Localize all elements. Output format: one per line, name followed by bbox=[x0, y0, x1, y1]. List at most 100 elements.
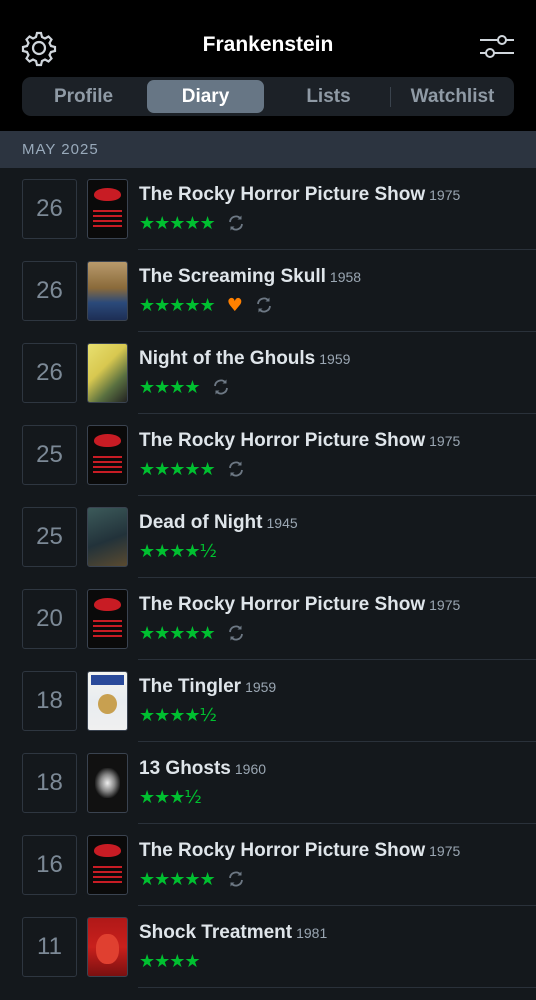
poster-art bbox=[95, 768, 120, 798]
film-title-text: The Screaming Skull bbox=[139, 266, 326, 287]
poster-lips bbox=[94, 188, 121, 201]
film-poster[interactable] bbox=[87, 671, 128, 731]
film-poster[interactable] bbox=[87, 753, 128, 813]
poster-lips bbox=[94, 844, 121, 857]
diary-entry[interactable]: 26 The Screaming Skull 1958 ★★★★★ ♥ bbox=[0, 250, 536, 332]
film-year: 1975 bbox=[429, 433, 461, 449]
film-title-text: The Rocky Horror Picture Show bbox=[139, 184, 426, 205]
film-poster[interactable] bbox=[87, 261, 128, 321]
entry-meta: ★★★★ bbox=[139, 950, 201, 972]
poster-header bbox=[91, 675, 124, 685]
entry-day: 18 bbox=[22, 671, 77, 731]
diary-entry[interactable]: 18 The Tingler 1959 ★★★★½ bbox=[0, 660, 536, 742]
diary-entry[interactable]: 26 Night of the Ghouls 1959 ★★★★ bbox=[0, 332, 536, 414]
entry-day: 25 bbox=[22, 507, 77, 567]
film-poster[interactable] bbox=[87, 343, 128, 403]
entry-meta: ★★★½ bbox=[139, 786, 202, 808]
film-year: 1960 bbox=[234, 761, 267, 777]
diary-entry[interactable]: 25 The Rocky Horror Picture Show 1975 ★★★★★ bbox=[0, 414, 536, 496]
diary-entry[interactable]: 25 Dead of Night 1945 ★★★★½ bbox=[0, 496, 536, 578]
film-poster[interactable] bbox=[87, 589, 128, 649]
entry-meta: ★★★★½ bbox=[139, 541, 217, 562]
entry-day: 20 bbox=[22, 589, 77, 649]
film-year: 1959 bbox=[245, 679, 277, 695]
poster-lips bbox=[94, 598, 121, 611]
film-year: 1975 bbox=[429, 843, 461, 859]
film-year: 1975 bbox=[429, 187, 461, 203]
poster-text bbox=[93, 866, 122, 884]
film-title[interactable]: The Rocky Horror Picture Show 1975 bbox=[139, 430, 460, 452]
star-rating: ★★★★½ bbox=[139, 704, 217, 726]
poster-text bbox=[93, 620, 122, 638]
rewatch-icon bbox=[228, 871, 243, 887]
heart-icon: ♥ bbox=[226, 294, 243, 316]
diary-entry[interactable]: 20 The Rocky Horror Picture Show 1975 ★★★★★ bbox=[0, 578, 536, 660]
entry-meta: ★★★★★ bbox=[139, 212, 245, 234]
film-title[interactable]: Dead of Night 1945 bbox=[139, 512, 298, 534]
filter-sliders-icon[interactable] bbox=[478, 32, 516, 62]
poster-art bbox=[98, 694, 117, 714]
film-title[interactable]: The Screaming Skull 1958 bbox=[139, 266, 361, 288]
film-title-text: Shock Treatment bbox=[139, 922, 293, 943]
film-poster[interactable] bbox=[87, 425, 128, 485]
film-title[interactable]: The Rocky Horror Picture Show 1975 bbox=[139, 840, 460, 862]
film-title-text: 13 Ghosts bbox=[139, 758, 231, 779]
star-rating: ★★★★★ bbox=[139, 622, 216, 644]
diary-entry[interactable]: 18 13 Ghosts 1960 ★★★½ bbox=[0, 742, 536, 824]
poster-text bbox=[93, 456, 122, 474]
tab-divider bbox=[390, 87, 391, 107]
film-title[interactable]: The Rocky Horror Picture Show 1975 bbox=[139, 184, 460, 206]
tab-lists[interactable]: Lists bbox=[270, 80, 387, 113]
entry-day: 26 bbox=[22, 343, 77, 403]
film-title-text: Night of the Ghouls bbox=[139, 348, 316, 369]
film-title-text: The Rocky Horror Picture Show bbox=[139, 430, 426, 451]
tab-diary[interactable]: Diary bbox=[147, 80, 264, 113]
film-title-text: The Rocky Horror Picture Show bbox=[139, 594, 426, 615]
film-poster[interactable] bbox=[87, 179, 128, 239]
film-poster[interactable] bbox=[87, 507, 128, 567]
entry-meta: ★★★★★ bbox=[139, 869, 245, 890]
entry-day: 11 bbox=[22, 917, 77, 977]
film-year: 1959 bbox=[319, 351, 351, 367]
entry-day: 25 bbox=[22, 425, 77, 485]
diary-list: 26 The Rocky Horror Picture Show 1975 ★★★★★… bbox=[0, 168, 536, 988]
entry-meta: ★★★★½ bbox=[139, 704, 217, 726]
entry-day: 26 bbox=[22, 261, 77, 321]
entry-meta: ★★★★★ bbox=[139, 622, 245, 644]
rewatch-icon bbox=[228, 625, 243, 641]
star-rating: ★★★★ bbox=[139, 950, 201, 972]
diary-entry[interactable]: 16 The Rocky Horror Picture Show 1975 ★★★★★ bbox=[0, 824, 536, 906]
tab-profile[interactable]: Profile bbox=[25, 80, 142, 113]
film-title[interactable]: The Tingler 1959 bbox=[139, 676, 276, 698]
star-rating: ★★★★★ bbox=[139, 294, 216, 316]
rewatch-icon bbox=[228, 215, 243, 231]
film-poster[interactable] bbox=[87, 917, 128, 977]
film-year: 1958 bbox=[329, 269, 362, 285]
film-title[interactable]: The Rocky Horror Picture Show 1975 bbox=[139, 594, 460, 616]
poster-lips bbox=[94, 434, 121, 447]
film-year: 1981 bbox=[296, 925, 328, 941]
poster-art bbox=[96, 934, 119, 964]
month-header: MAY 2025 bbox=[0, 131, 536, 168]
rewatch-icon bbox=[213, 379, 228, 395]
top-bar: Frankenstein Profile Diary Lists Watchli… bbox=[0, 0, 536, 131]
film-title[interactable]: 13 Ghosts 1960 bbox=[139, 758, 266, 780]
diary-entry[interactable]: 11 Shock Treatment 1981 ★★★★ bbox=[0, 906, 536, 988]
diary-entry[interactable]: 26 The Rocky Horror Picture Show 1975 ★★★★★ bbox=[0, 168, 536, 250]
film-title[interactable]: Night of the Ghouls 1959 bbox=[139, 348, 350, 370]
film-poster[interactable] bbox=[87, 835, 128, 895]
entry-meta: ★★★★ bbox=[139, 376, 230, 398]
rewatch-icon bbox=[256, 297, 271, 313]
star-rating: ★★★★★ bbox=[139, 212, 216, 234]
film-year: 1975 bbox=[429, 597, 461, 613]
star-rating: ★★★½ bbox=[139, 786, 202, 808]
film-title-text: Dead of Night bbox=[139, 512, 263, 533]
film-title[interactable]: Shock Treatment 1981 bbox=[139, 922, 327, 944]
star-rating: ★★★★ bbox=[139, 376, 201, 398]
star-rating: ★★★★★ bbox=[139, 458, 216, 480]
tab-watchlist[interactable]: Watchlist bbox=[394, 80, 511, 113]
page-title: Frankenstein bbox=[202, 33, 334, 56]
entry-meta: ★★★★★ bbox=[139, 458, 245, 480]
entry-meta: ★★★★★ ♥ bbox=[139, 294, 273, 316]
entry-day: 26 bbox=[22, 179, 77, 239]
